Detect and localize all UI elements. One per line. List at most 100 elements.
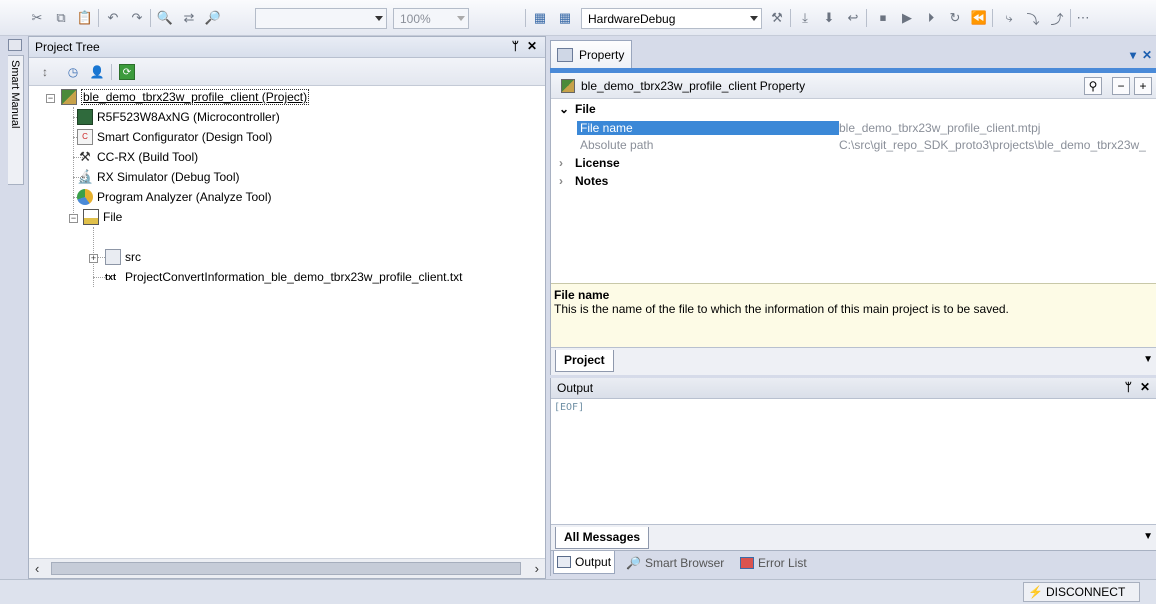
close-icon[interactable]: ✕ bbox=[527, 39, 537, 53]
tree-node-project[interactable]: ble_demo_tbrx23w_profile_client (Project… bbox=[61, 87, 310, 107]
sort-icon[interactable]: ↕ bbox=[37, 64, 53, 80]
debug-config-icon[interactable]: ▦ bbox=[556, 9, 574, 27]
return-icon[interactable]: ⏪ bbox=[970, 9, 988, 27]
tree-node-microcontroller[interactable]: R5F523W8AxNG (Microcontroller) bbox=[77, 107, 280, 127]
build-download-icon[interactable]: ⬇ bbox=[820, 9, 838, 27]
project-icon bbox=[561, 78, 575, 93]
tab-all-messages[interactable]: All Messages bbox=[555, 527, 650, 549]
property-row-file-name[interactable]: File name ble_demo_tbrx23w_profile_clien… bbox=[577, 119, 1156, 136]
category-notes[interactable]: › Notes bbox=[559, 172, 608, 189]
output-header: Output ᛘ ✕ bbox=[551, 378, 1156, 399]
restart-icon[interactable]: ↻ bbox=[946, 9, 964, 27]
book-icon bbox=[8, 39, 22, 51]
project-tree-header: Project Tree ᛘ ✕ bbox=[29, 37, 545, 58]
status-bar: ⚡ DISCONNECT bbox=[0, 579, 1156, 604]
pin-icon[interactable]: ᛘ bbox=[1125, 380, 1132, 394]
output-icon bbox=[557, 556, 571, 568]
cut-icon[interactable]: ✂ bbox=[28, 9, 46, 27]
tree-node-build-tool[interactable]: ⚒ CC-RX (Build Tool) bbox=[77, 147, 198, 167]
tab-menu-icon[interactable]: ▾ bbox=[1130, 48, 1136, 62]
src-expander[interactable]: + bbox=[89, 254, 98, 263]
project-tree-toolbar: ↕ ◷ 👤 ⟳ bbox=[29, 58, 545, 86]
output-text: [EOF] bbox=[554, 402, 585, 413]
user-icon[interactable]: 👤 bbox=[89, 64, 105, 80]
go-reset-icon[interactable]: ⏵ bbox=[922, 9, 940, 27]
category-license[interactable]: › License bbox=[559, 154, 620, 171]
file-expander[interactable]: − bbox=[69, 214, 78, 223]
tab-property[interactable]: Property bbox=[550, 40, 632, 68]
search-combo[interactable] bbox=[255, 8, 387, 29]
scroll-left-icon[interactable]: ‹ bbox=[35, 561, 39, 576]
find-in-files-icon[interactable]: 🔎 bbox=[204, 9, 222, 27]
debug-tool-icon[interactable]: ⚒ bbox=[768, 9, 786, 27]
search-icon[interactable]: ⚲ bbox=[1084, 77, 1102, 95]
close-icon[interactable]: ✕ bbox=[1142, 48, 1152, 62]
sync-icon[interactable]: ⟳ bbox=[119, 64, 135, 80]
output-subtabs: All Messages ▼ bbox=[551, 524, 1156, 550]
expand-button[interactable]: + bbox=[1134, 77, 1152, 95]
smart-configurator-icon: C bbox=[77, 129, 93, 145]
chevron-down-icon[interactable]: ▼ bbox=[1143, 354, 1153, 365]
folder-icon bbox=[105, 249, 121, 265]
project-tree-title: Project Tree bbox=[35, 40, 100, 54]
output-panel: Output ᛘ ✕ [EOF] All Messages ▼ Output 🔎… bbox=[550, 378, 1156, 576]
tree-node-src[interactable]: src bbox=[105, 247, 141, 267]
property-panel: ble_demo_tbrx23w_profile_client Property… bbox=[550, 73, 1156, 375]
main-toolbar: ✂ ⧉ 📋 ↶ ↷ 🔍 ⇄ 🔎 100% ▦ ▦ HardwareDebug ⚒… bbox=[0, 0, 1156, 36]
tree-node-analyze-tool[interactable]: Program Analyzer (Analyze Tool) bbox=[77, 187, 272, 207]
go-icon[interactable]: ▶ bbox=[898, 9, 916, 27]
project-icon bbox=[61, 89, 77, 105]
tab-smart-browser[interactable]: 🔎 Smart Browser bbox=[623, 551, 727, 574]
scroll-right-icon[interactable]: › bbox=[535, 561, 539, 576]
build-tool-icon: ⚒ bbox=[79, 149, 91, 164]
category-file[interactable]: ⌄ File bbox=[559, 100, 596, 117]
stop-icon[interactable]: ⏹ bbox=[874, 9, 892, 27]
zoom-combo[interactable]: 100% bbox=[393, 8, 469, 29]
error-list-icon bbox=[740, 556, 754, 569]
close-icon[interactable]: ✕ bbox=[1140, 380, 1150, 394]
scrollbar-thumb[interactable] bbox=[51, 562, 521, 575]
step-out-icon[interactable]: ⤴ bbox=[1048, 9, 1066, 27]
undo-icon[interactable]: ↶ bbox=[104, 9, 122, 27]
chevron-down-icon[interactable]: ▼ bbox=[1143, 531, 1153, 542]
copy-icon[interactable]: ⧉ bbox=[52, 9, 70, 27]
smart-browser-icon: 🔎 bbox=[626, 555, 641, 570]
find-icon[interactable]: 🔍 bbox=[156, 9, 174, 27]
smart-manual-sidebar: Smart Manual bbox=[0, 37, 28, 577]
tab-error-list[interactable]: Error List bbox=[737, 551, 810, 574]
disconnect-tool-icon[interactable]: ↩ bbox=[844, 9, 862, 27]
txt-file-icon: txt bbox=[105, 272, 116, 282]
build-config-icon[interactable]: ▦ bbox=[531, 9, 549, 27]
property-tabbar: Property ▾ ✕ bbox=[550, 36, 1156, 68]
property-row-absolute-path[interactable]: Absolute path C:\src\git_repo_SDK_proto3… bbox=[577, 136, 1156, 153]
tree-node-debug-tool[interactable]: 🔬 RX Simulator (Debug Tool) bbox=[77, 167, 240, 187]
horizontal-scrollbar[interactable]: ‹ › bbox=[29, 558, 545, 578]
disconnect-button[interactable]: ⚡ DISCONNECT bbox=[1023, 582, 1140, 602]
property-title-bar: ble_demo_tbrx23w_profile_client Property… bbox=[551, 73, 1156, 99]
tree-node-smart-configurator[interactable]: C Smart Configurator (Design Tool) bbox=[77, 127, 272, 147]
folder-icon bbox=[83, 209, 99, 225]
smart-manual-tab[interactable]: Smart Manual bbox=[8, 55, 24, 185]
chevron-down-icon: ⌄ bbox=[559, 101, 570, 116]
property-description: File name This is the name of the file t… bbox=[551, 283, 1156, 347]
refresh-time-icon[interactable]: ◷ bbox=[65, 64, 81, 80]
bottom-tabs: Output 🔎 Smart Browser Error List bbox=[551, 550, 1156, 576]
redo-icon[interactable]: ↷ bbox=[128, 9, 146, 27]
build-mode-combo[interactable]: HardwareDebug bbox=[581, 8, 762, 29]
debug-tool-icon: 🔬 bbox=[77, 169, 94, 184]
tab-project[interactable]: Project bbox=[555, 350, 614, 372]
toolbar-overflow-icon[interactable]: ⋯ bbox=[1074, 9, 1092, 27]
pin-icon[interactable]: ᛘ bbox=[512, 39, 519, 53]
paste-icon[interactable]: 📋 bbox=[76, 9, 94, 27]
step-in-icon[interactable]: ⤷ bbox=[1000, 9, 1018, 27]
project-tree: − ble_demo_tbrx23w_profile_client (Proje… bbox=[29, 87, 545, 557]
tree-node-txt-file[interactable]: txt ProjectConvertInformation_ble_demo_t… bbox=[105, 267, 463, 287]
replace-icon[interactable]: ⇄ bbox=[180, 9, 198, 27]
property-icon bbox=[557, 47, 573, 62]
collapse-button[interactable]: − bbox=[1112, 77, 1130, 95]
download-icon[interactable]: ⤓ bbox=[796, 9, 814, 27]
tree-node-file[interactable]: File bbox=[83, 207, 122, 227]
step-over-icon[interactable]: ⤵ bbox=[1024, 9, 1042, 27]
project-expander[interactable]: − bbox=[46, 94, 55, 103]
tab-output[interactable]: Output bbox=[553, 551, 616, 574]
